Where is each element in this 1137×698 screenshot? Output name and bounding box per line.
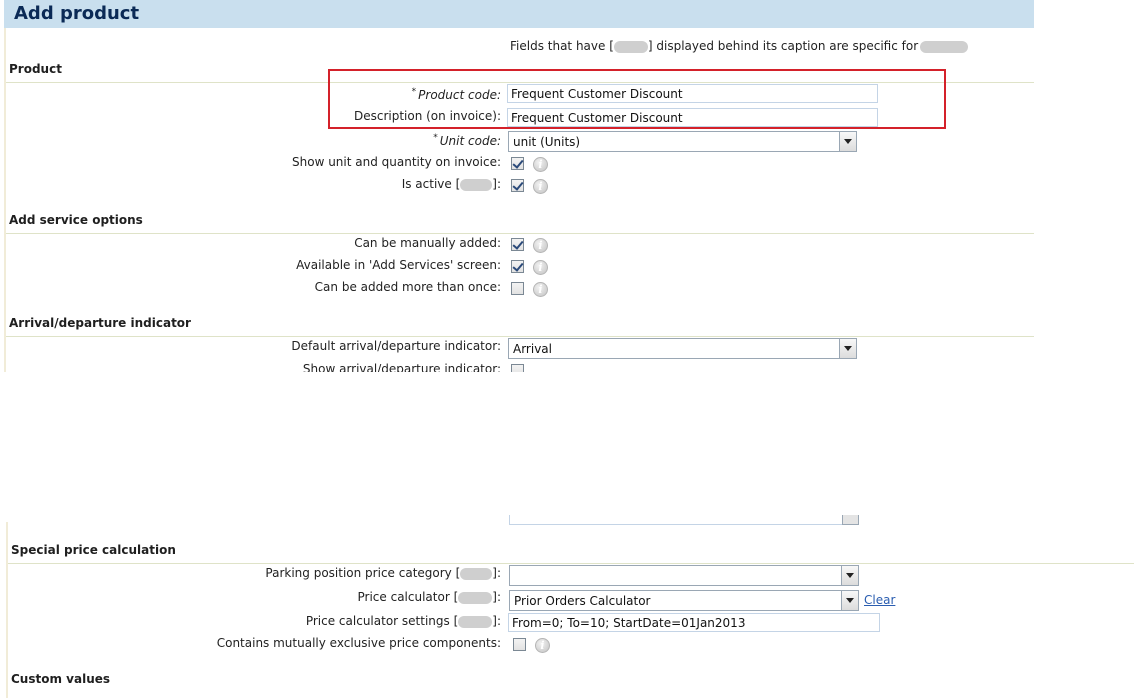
info-icon[interactable]: i	[533, 282, 548, 297]
section-custom-values: Custom values	[11, 672, 111, 686]
specific-fields-hint: Fields that have [] displayed behind its…	[510, 39, 969, 53]
redacted-code	[613, 40, 648, 53]
page-title: Add product	[14, 3, 140, 24]
highlight-box	[328, 69, 946, 129]
price-calculator-label: Price calculator []:	[357, 590, 501, 604]
default-arrival-label: Default arrival/departure indicator:	[291, 339, 501, 353]
title-bar: Add product	[4, 0, 1034, 28]
manually-added-checkbox[interactable]	[511, 238, 524, 251]
section-special-price: Special price calculation	[11, 543, 176, 557]
section-arrival-departure: Arrival/departure indicator	[9, 316, 191, 330]
price-calculator-settings-input[interactable]: From=0; To=10; StartDate=01Jan2013	[508, 613, 880, 632]
is-active-checkbox[interactable]	[511, 179, 524, 192]
clear-link[interactable]: Clear	[864, 593, 895, 607]
show-unit-label: Show unit and quantity on invoice:	[292, 155, 501, 169]
redacted-code	[458, 615, 493, 628]
section-add-service-options: Add service options	[9, 213, 143, 227]
price-calculator-select[interactable]: Prior Orders Calculator	[509, 590, 859, 611]
redacted-code	[460, 567, 493, 580]
added-more-than-once-label: Can be added more than once:	[314, 280, 501, 294]
mutually-exclusive-label: Contains mutually exclusive price compon…	[216, 636, 501, 650]
chevron-down-icon[interactable]	[839, 132, 856, 151]
unit-code-select[interactable]: unit (Units)	[508, 131, 857, 152]
chevron-down-icon[interactable]	[839, 339, 856, 358]
show-unit-checkbox[interactable]	[511, 157, 524, 170]
available-add-services-checkbox[interactable]	[511, 260, 524, 273]
chevron-down-icon[interactable]	[841, 591, 858, 610]
info-icon[interactable]: i	[533, 238, 548, 253]
unit-code-label: * Unit code:	[433, 133, 501, 148]
section-product: Product	[9, 62, 62, 76]
parking-price-category-label: Parking position price category []:	[265, 566, 501, 580]
info-icon[interactable]: i	[533, 179, 548, 194]
mutually-exclusive-checkbox[interactable]	[513, 638, 526, 651]
chevron-down-icon[interactable]	[841, 566, 858, 585]
show-arrival-label: Show arrival/departure indicator:	[302, 362, 501, 372]
info-icon[interactable]: i	[533, 260, 548, 275]
redacted-name	[920, 40, 969, 53]
added-more-than-once-checkbox[interactable]	[511, 282, 524, 295]
info-icon[interactable]: i	[535, 638, 550, 653]
redacted-code	[460, 178, 493, 191]
parking-price-category-select[interactable]	[509, 565, 859, 586]
show-arrival-checkbox[interactable]	[511, 364, 524, 372]
redacted-code	[458, 591, 493, 604]
is-active-label: Is active []:	[401, 177, 501, 191]
manually-added-label: Can be manually added:	[354, 236, 501, 250]
price-calculator-settings-label: Price calculator settings []:	[305, 614, 501, 628]
info-icon[interactable]: i	[533, 157, 548, 172]
default-arrival-select[interactable]: Arrival	[508, 338, 857, 359]
available-add-services-label: Available in 'Add Services' screen:	[296, 258, 501, 272]
